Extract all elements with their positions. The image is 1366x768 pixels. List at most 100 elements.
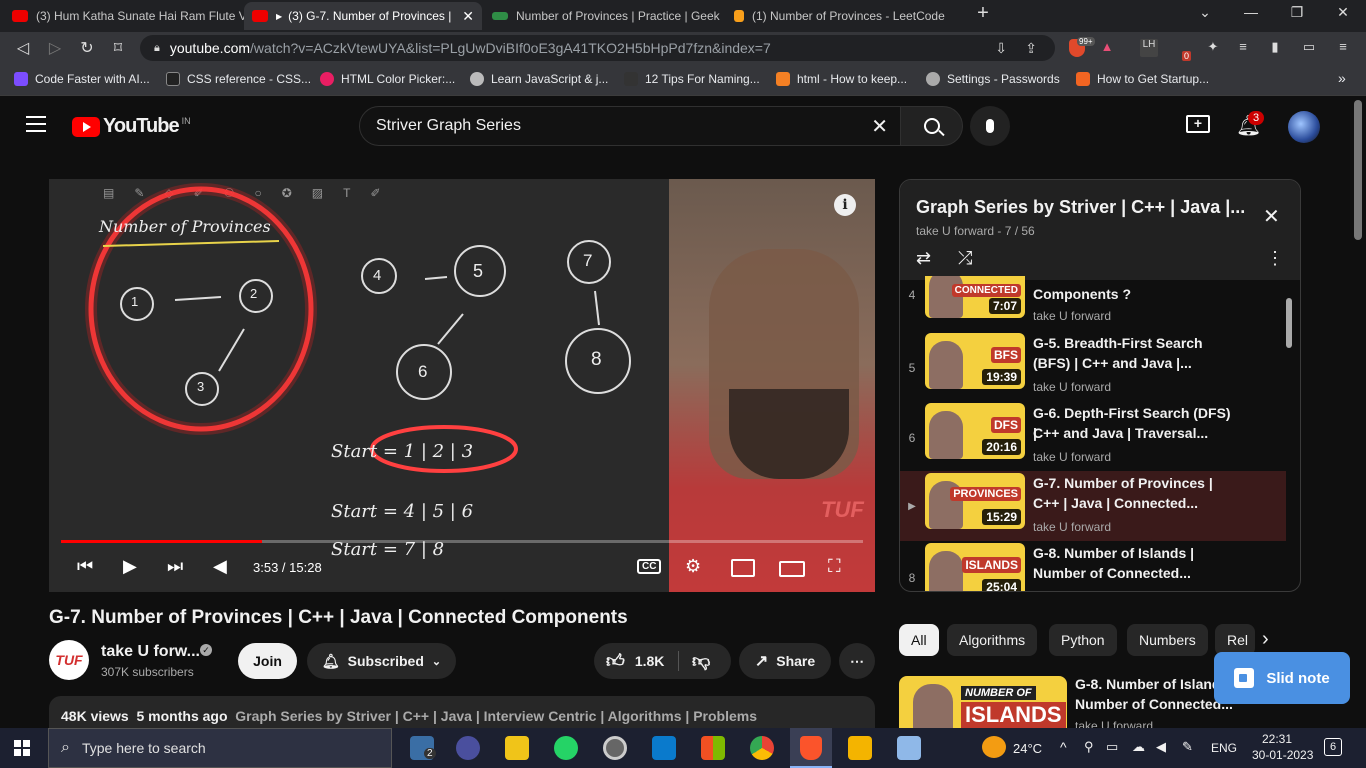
- extension-lh-icon[interactable]: LH: [1140, 39, 1158, 57]
- video-thumbnail[interactable]: BFS 19:39: [925, 333, 1025, 389]
- playlist-title[interactable]: Graph Series by Striver | C++ | Java |..…: [916, 197, 1245, 218]
- bookmark-item[interactable]: Learn JavaScript & j...: [470, 72, 608, 86]
- media-player-icon[interactable]: [603, 736, 627, 760]
- whatsapp-icon[interactable]: [554, 736, 578, 760]
- address-bar[interactable]: 🔒︎ youtube.com/watch?v=ACzkVtewUYA&list=…: [140, 35, 1055, 61]
- page-scrollbar[interactable]: [1354, 100, 1362, 240]
- youtube-logo[interactable]: YouTube IN: [72, 115, 191, 138]
- tab-close-icon[interactable]: ✕: [456, 8, 474, 25]
- wifi-icon[interactable]: ☁︎: [1132, 739, 1145, 755]
- chip-algorithms[interactable]: Algorithms: [947, 624, 1038, 656]
- tab-hum-katha[interactable]: (3) Hum Katha Sunate Hai Ram Flute V: [4, 2, 244, 30]
- avatar[interactable]: [1288, 111, 1320, 143]
- maximize-icon[interactable]: ❐: [1282, 4, 1312, 21]
- bookmark-item[interactable]: 12 Tips For Naming...: [624, 72, 760, 86]
- play-icon[interactable]: ▶: [123, 556, 137, 577]
- extension-counter-icon[interactable]: 0: [1176, 39, 1194, 61]
- video-thumbnail[interactable]: DFS 20:16: [925, 403, 1025, 459]
- clock-date[interactable]: 30-01-2023: [1252, 748, 1313, 762]
- join-button[interactable]: Join: [238, 643, 297, 679]
- subscribed-button[interactable]: 🔔︎ Subscribed ⌄: [307, 643, 456, 679]
- new-tab-button[interactable]: +: [968, 2, 998, 25]
- video-thumbnail[interactable]: ISLANDS 25:04: [925, 543, 1025, 591]
- search-input[interactable]: Striver Graph Series ✕: [359, 106, 901, 146]
- video-thumbnail[interactable]: PROVINCES 15:29: [925, 473, 1025, 529]
- info-icon[interactable]: i: [834, 194, 856, 216]
- search-button[interactable]: [900, 106, 963, 146]
- bookmark-item[interactable]: How to Get Startup...: [1076, 72, 1209, 86]
- playlist-item[interactable]: 4 CONNECTED 7:07 Components ? take U for…: [900, 276, 1286, 328]
- file-explorer-icon[interactable]: [848, 736, 872, 760]
- brave-taskbar-button[interactable]: [790, 728, 832, 768]
- bookmark-icon[interactable]: ⌑: [107, 38, 129, 58]
- share-button[interactable]: ↗ Share: [739, 643, 831, 679]
- notification-center-icon[interactable]: 6: [1324, 738, 1342, 756]
- media-controls-icon[interactable]: ≡: [1234, 39, 1252, 57]
- minimize-icon[interactable]: —: [1236, 4, 1266, 20]
- slid-note-button[interactable]: Slid note: [1214, 652, 1350, 704]
- notes-app-icon[interactable]: [505, 736, 529, 760]
- wallet-icon[interactable]: ▭: [1300, 39, 1318, 57]
- tab-gfg-practice[interactable]: Number of Provinces | Practice | Geek: [484, 2, 724, 30]
- hamburger-menu-icon[interactable]: [26, 116, 46, 132]
- recommended-title[interactable]: G-8. Number of Islands |: [1075, 676, 1236, 692]
- recommended-title[interactable]: Number of Connected...: [1075, 696, 1233, 712]
- previous-icon[interactable]: ⏮︎: [77, 556, 93, 577]
- captions-icon[interactable]: CC: [637, 559, 662, 574]
- language-indicator[interactable]: ENG: [1211, 741, 1237, 755]
- bookmark-item[interactable]: html - How to keep...: [776, 72, 907, 86]
- share-icon[interactable]: ⇪: [1025, 40, 1037, 57]
- video-thumbnail[interactable]: CONNECTED 7:07: [925, 276, 1025, 318]
- voice-search-button[interactable]: [970, 106, 1010, 146]
- install-app-icon[interactable]: ⇩: [995, 40, 1007, 57]
- clock-time[interactable]: 22:31: [1262, 732, 1292, 746]
- tab-leetcode[interactable]: (1) Number of Provinces - LeetCode: [726, 2, 966, 30]
- reload-icon[interactable]: ↻: [76, 38, 98, 58]
- channel-name[interactable]: take U forw...: [101, 643, 200, 661]
- volume-icon[interactable]: ◀︎: [213, 556, 227, 577]
- vscode-icon[interactable]: [652, 736, 676, 760]
- bookmark-item[interactable]: Settings - Passwords: [926, 72, 1060, 86]
- extensions-puzzle-icon[interactable]: ✦: [1204, 39, 1222, 57]
- clear-search-icon[interactable]: ✕: [871, 114, 888, 139]
- playlist-item-current[interactable]: ▶ PROVINCES 15:29 G-7. Number of Provinc…: [900, 471, 1286, 541]
- tray-app-icon[interactable]: ⚲: [1084, 739, 1094, 755]
- chip-all[interactable]: All: [899, 624, 939, 656]
- virtualbox-icon[interactable]: [897, 736, 921, 760]
- sidebar-icon[interactable]: ▮: [1266, 39, 1284, 57]
- miniplayer-icon[interactable]: [731, 559, 755, 577]
- theater-mode-icon[interactable]: [779, 561, 805, 577]
- bookmark-item[interactable]: CSS reference - CSS...: [166, 72, 311, 86]
- channel-avatar[interactable]: TUF: [49, 640, 89, 680]
- forward-icon[interactable]: ▷: [44, 38, 66, 58]
- next-icon[interactable]: ⏭︎: [167, 556, 183, 577]
- more-actions-icon[interactable]: ⋯: [839, 643, 875, 679]
- speaker-icon[interactable]: ◀︎: [1156, 739, 1166, 755]
- playlist-item[interactable]: 8 ISLANDS 25:04 G-8. Number of Islands |…: [900, 541, 1286, 591]
- bookmark-item[interactable]: HTML Color Picker:...: [320, 72, 455, 86]
- shuffle-icon[interactable]: ⤮: [958, 248, 972, 269]
- browser-menu-icon[interactable]: ≡: [1334, 39, 1352, 57]
- brave-rewards-icon[interactable]: ▲: [1098, 39, 1116, 57]
- bookmarks-overflow-button[interactable]: »: [1338, 70, 1346, 86]
- eclipse-icon[interactable]: [456, 736, 480, 760]
- loop-playlist-icon[interactable]: ⇄: [916, 248, 931, 269]
- chrome-icon[interactable]: [750, 736, 774, 760]
- tab-search-icon[interactable]: ⌄: [1190, 4, 1220, 21]
- tab-number-of-provinces-video[interactable]: ▶ (3) G-7. Number of Provinces | ✕: [244, 2, 482, 30]
- video-tags[interactable]: Graph Series by Striver | C++ | Java | I…: [235, 708, 757, 724]
- bookmark-item[interactable]: Code Faster with AI...: [14, 72, 150, 86]
- brave-shields-icon[interactable]: 99+: [1068, 37, 1095, 57]
- taskbar-search-input[interactable]: ⌕ Type here to search: [48, 728, 392, 768]
- playlist-item[interactable]: 6 DFS 20:16 G-6. Depth-First Search (DFS…: [900, 401, 1286, 471]
- create-video-icon[interactable]: +: [1186, 115, 1210, 133]
- office-icon[interactable]: [701, 736, 725, 760]
- weather-icon[interactable]: [982, 736, 1006, 758]
- battery-icon[interactable]: ▭: [1106, 739, 1118, 755]
- back-icon[interactable]: ◁: [12, 38, 34, 58]
- close-playlist-icon[interactable]: ✕: [1263, 204, 1280, 229]
- tray-chevron-up-icon[interactable]: ^: [1060, 739, 1067, 755]
- playlist-scrollbar[interactable]: [1286, 298, 1292, 348]
- windows-start-icon[interactable]: [14, 740, 30, 756]
- chevron-right-icon[interactable]: ›: [1262, 628, 1269, 651]
